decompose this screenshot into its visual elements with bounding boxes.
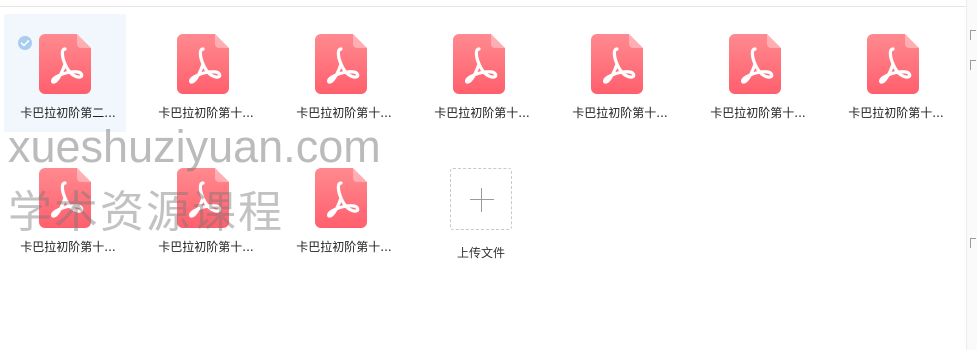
file-name: 卡巴拉初阶第十... [296,240,392,254]
pdf-file-icon [315,34,367,94]
top-divider [0,6,966,7]
file-name: 卡巴拉初阶第十... [20,240,116,254]
pdf-file-icon [39,34,91,94]
file-tile[interactable]: 卡巴拉初阶第十... [280,14,402,132]
file-name: 卡巴拉初阶第十... [158,106,254,120]
file-tile[interactable]: 卡巴拉初阶第二... [4,14,126,132]
file-tile[interactable]: 卡巴拉初阶第十... [556,14,678,132]
watermark-url: xueshuziyuan.com [8,121,381,172]
file-name: 卡巴拉初阶第十... [296,106,392,120]
file-tile[interactable]: 卡巴拉初阶第十... [418,14,540,132]
file-name: 卡巴拉初阶第二... [20,106,116,120]
file-name: 卡巴拉初阶第十... [434,106,530,120]
pdf-file-icon [729,34,781,94]
file-tile[interactable]: 卡巴拉初阶第十... [694,14,816,132]
pdf-file-icon [591,34,643,94]
upload-tile[interactable]: 上传文件 [416,154,546,272]
file-name: 卡巴拉初阶第十... [572,106,668,120]
plus-icon [470,199,494,200]
pdf-file-icon [867,34,919,94]
file-tile[interactable]: 卡巴拉初阶第十... [832,14,954,132]
file-name: 卡巴拉初阶第十... [848,106,944,120]
file-tile[interactable]: 卡巴拉初阶第十... [142,14,264,132]
file-browser: 卡巴拉初阶第二... 卡巴拉初阶第十... 卡巴拉初阶第十... 卡巴拉初阶第十… [0,0,977,350]
upload-button[interactable] [450,168,512,230]
check-icon[interactable] [18,36,32,50]
watermark-text: 学术资源课程 [8,187,284,238]
right-scrollbar[interactable] [966,0,977,350]
pdf-file-icon [315,168,367,228]
upload-label: 上传文件 [456,246,505,260]
file-name: 卡巴拉初阶第十... [158,240,254,254]
pdf-file-icon [453,34,505,94]
file-name: 卡巴拉初阶第十... [710,106,806,120]
pdf-file-icon [177,34,229,94]
